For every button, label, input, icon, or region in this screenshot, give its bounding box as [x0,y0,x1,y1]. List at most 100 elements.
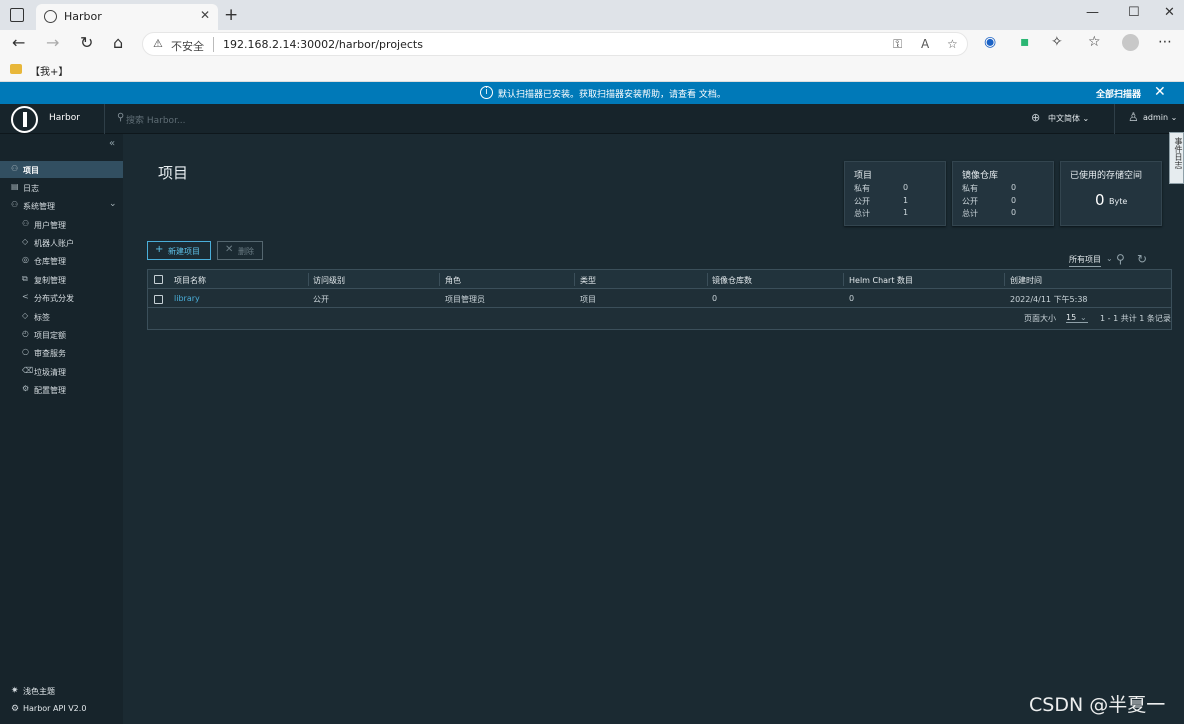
bookmark-item[interactable]: 【我+】 [30,63,68,78]
delete-button[interactable]: ✕ 删除 [217,241,263,260]
select-all-checkbox[interactable] [154,275,163,284]
sidebar-item-logs[interactable]: ▤ 日志 [0,179,123,196]
home-icon[interactable]: ⌂ [113,33,123,52]
language-selector[interactable]: 中文简体 ⌄ [1048,113,1089,124]
extension-edge-icon[interactable]: ◉ [984,34,996,50]
extensions-icon[interactable]: ✧ [1051,34,1063,50]
table-row[interactable]: library 公开 项目管理员 项目 0 0 2022/4/11 下午5:38 [148,289,1171,308]
collapse-sidebar-icon[interactable]: « [109,138,115,149]
browser-tab-harbor[interactable]: Harbor ✕ [36,4,218,30]
table-cell: 项目管理员 [445,295,485,304]
close-icon[interactable]: ✕ [1154,84,1166,100]
sidebar-item-config[interactable]: ⚙ 配置管理 [0,381,123,398]
forward-icon[interactable]: → [46,33,59,52]
tab-title: Harbor [64,10,102,23]
sidebar-item-scanners[interactable]: ○ 审查服务 [0,344,123,361]
sidebar-item-label: 用户管理 [34,221,66,230]
column-separator[interactable] [574,273,575,286]
project-filter-select[interactable]: 所有项目 [1069,254,1101,267]
user-menu[interactable]: admin ⌄ [1143,113,1177,122]
search-icon[interactable]: ⚲ [1116,252,1125,266]
sidebar-item-label: 日志 [23,184,39,193]
card-row-value: 1 [903,196,909,205]
close-tab-icon[interactable]: ✕ [200,8,210,22]
column-header[interactable]: 创建时间 [1010,275,1042,286]
new-project-button[interactable]: + 新建项目 [147,241,211,260]
sidebar-item-replications[interactable]: ⧉ 复制管理 [0,271,123,288]
card-row-value: 1 [903,208,909,217]
row-checkbox[interactable] [154,295,163,304]
project-name-link[interactable]: library [174,294,200,303]
card-row-value: 0 [1011,196,1017,205]
sidebar-item-label: 机器人账户 [34,239,74,248]
maximize-icon[interactable]: ☐ [1128,5,1140,20]
column-separator[interactable] [707,273,708,286]
sidebar-item-robots[interactable]: ◇ 机器人账户 [0,234,123,251]
brand-name[interactable]: Harbor [49,113,80,123]
column-separator[interactable] [308,273,309,286]
sidebar-item-distribution[interactable]: < 分布式分发 [0,289,123,306]
column-header[interactable]: 镜像仓库数 [712,275,752,286]
refresh-icon[interactable]: ↻ [1137,252,1147,266]
sidebar-item-admin[interactable]: ⚇ 系统管理 ⌄ [0,197,123,214]
sidebar-item-quotas[interactable]: ◴ 项目定额 [0,326,123,343]
table-header: 项目名称 访问级别 角色 类型 镜像仓库数 Helm Chart 数目 创建时间 [148,270,1171,289]
column-header[interactable]: 访问级别 [313,275,345,286]
trash-icon: ⌫ [22,366,34,375]
column-separator[interactable] [843,273,844,286]
config-icon: ⚙ [22,384,30,393]
refresh-icon[interactable]: ↻ [80,33,93,52]
url-text[interactable]: 192.168.2.14:30002/harbor/projects [223,38,423,51]
column-separator[interactable] [439,273,440,286]
column-header[interactable]: 类型 [580,275,596,286]
robot-icon: ◇ [22,237,29,246]
harbor-logo-icon[interactable] [11,106,38,133]
sidebar-item-label: 配置管理 [34,386,66,395]
chevron-down-icon[interactable]: ⌄ [109,199,117,209]
security-label[interactable]: 不安全 [171,38,204,54]
event-log-tab[interactable]: 事件日志 [1169,132,1184,184]
sidebar-item-labels[interactable]: ◇ 标签 [0,308,123,325]
delete-label: 删除 [238,247,254,256]
more-icon[interactable]: ⋯ [1158,34,1172,50]
column-header[interactable]: 角色 [445,275,461,286]
favorites-icon[interactable]: ☆ [1088,34,1101,50]
replication-icon: ⧉ [22,274,28,283]
all-scanners-button[interactable]: 全部扫描器 [1096,87,1141,100]
api-icon: ⚙ [11,704,20,714]
api-link[interactable]: ⚙ Harbor API V2.0 [0,701,123,717]
column-header[interactable]: 项目名称 [174,275,206,286]
column-header[interactable]: Helm Chart 数目 [849,275,913,286]
profile-avatar[interactable] [1122,34,1139,51]
sidebar-item-label: 审查服务 [34,349,66,358]
minimize-icon[interactable]: — [1086,5,1099,20]
card-row-value: 0 [1011,208,1017,217]
chevron-down-icon[interactable]: ⌄ [1080,313,1087,322]
tab-actions-icon[interactable] [10,8,24,22]
search-input[interactable]: 搜索 Harbor... [126,113,186,126]
back-icon[interactable]: ← [12,33,25,52]
storage-unit: Byte [1109,197,1128,206]
repositories-summary-card: 镜像仓库 私有 0 公开 0 总计 0 [952,161,1054,226]
close-window-icon[interactable]: ✕ [1164,5,1175,20]
sidebar-item-gc[interactable]: ⌫ 垃圾清理 [0,363,123,380]
sidebar-item-projects[interactable]: ⚇ 项目 [0,161,123,178]
language-label: 中文简体 [1048,114,1080,123]
chevron-down-icon[interactable]: ⌄ [1106,254,1113,263]
warning-icon[interactable]: ⚠ [153,37,163,50]
read-aloud-icon[interactable]: A [921,37,929,51]
sidebar-item-registries[interactable]: ◎ 仓库管理 [0,252,123,269]
address-bar[interactable]: ⚠ 不安全 192.168.2.14:30002/harbor/projects… [142,32,968,56]
card-row-label: 私有 [962,184,978,193]
new-tab-icon[interactable]: + [224,5,238,25]
key-icon[interactable]: ⚿ [893,37,902,52]
sidebar-item-label: 项目 [23,166,39,175]
extension-green-icon[interactable]: ▪ [1020,34,1030,50]
bookmarks-bar: 【我+】 [0,58,1184,82]
sidebar-item-label: 标签 [34,313,50,322]
column-separator[interactable] [1004,273,1005,286]
table-cell: 公开 [313,295,329,304]
favorite-add-icon[interactable]: ☆ [947,37,958,51]
sidebar-item-users[interactable]: ⚇ 用户管理 [0,216,123,233]
theme-toggle[interactable]: ✷ 浅色主题 [0,683,123,699]
